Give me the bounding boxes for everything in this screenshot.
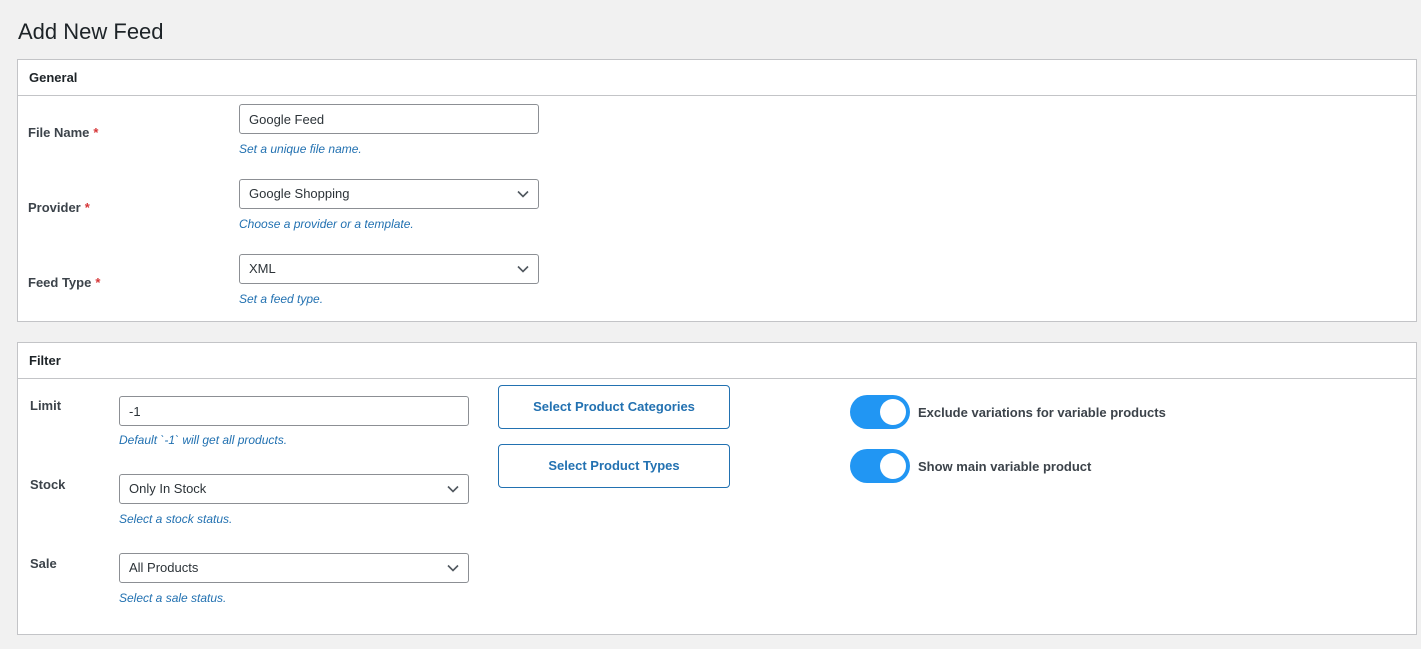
provider-select[interactable]: Google Shopping (239, 179, 539, 209)
select-product-categories-button[interactable]: Select Product Categories (498, 385, 730, 429)
toggle-knob (880, 453, 906, 479)
file-name-label: File Name * (28, 124, 98, 142)
show-main-variable-toggle[interactable] (850, 449, 910, 483)
sale-hint: Select a sale status. (119, 591, 227, 605)
file-name-hint: Set a unique file name. (239, 142, 362, 156)
page-title: Add New Feed (18, 19, 164, 44)
chevron-down-icon (447, 564, 459, 572)
feed-type-select[interactable]: XML (239, 254, 539, 284)
sale-label: Sale (30, 556, 57, 571)
stock-select[interactable]: Only In Stock (119, 474, 469, 504)
show-main-variable-label: Show main variable product (918, 459, 1092, 474)
feed-type-label: Feed Type * (28, 274, 100, 292)
filter-panel: Filter Limit Default `-1` will get all p… (17, 342, 1417, 635)
sale-select-value: All Products (129, 560, 199, 575)
required-marker: * (95, 275, 101, 290)
chevron-down-icon (517, 265, 529, 273)
exclude-variations-toggle[interactable] (850, 395, 910, 429)
general-panel-header: General (18, 60, 1416, 96)
required-marker: * (93, 125, 99, 140)
provider-label: Provider * (28, 199, 90, 217)
stock-select-value: Only In Stock (129, 481, 207, 496)
file-name-input[interactable] (239, 104, 539, 134)
general-panel: General File Name* Set a unique file nam… (17, 59, 1417, 322)
provider-label-text: Provider (28, 200, 81, 215)
filter-panel-header: Filter (18, 343, 1416, 379)
exclude-variations-label: Exclude variations for variable products (918, 405, 1166, 420)
feed-type-label-text: Feed Type (28, 275, 92, 290)
chevron-down-icon (447, 485, 459, 493)
stock-label: Stock (30, 477, 66, 492)
limit-label: Limit (30, 398, 62, 413)
feed-type-select-value: XML (249, 261, 276, 276)
required-marker: * (84, 200, 90, 215)
chevron-down-icon (517, 190, 529, 198)
feed-type-hint: Set a feed type. (239, 292, 324, 306)
stock-hint: Select a stock status. (119, 512, 233, 526)
provider-hint: Choose a provider or a template. (239, 217, 414, 231)
select-product-types-button[interactable]: Select Product Types (498, 444, 730, 488)
file-name-label-text: File Name (28, 125, 90, 140)
toggle-knob (880, 399, 906, 425)
limit-input[interactable] (119, 396, 469, 426)
provider-select-value: Google Shopping (249, 186, 350, 201)
sale-select[interactable]: All Products (119, 553, 469, 583)
limit-hint: Default `-1` will get all products. (119, 433, 288, 447)
